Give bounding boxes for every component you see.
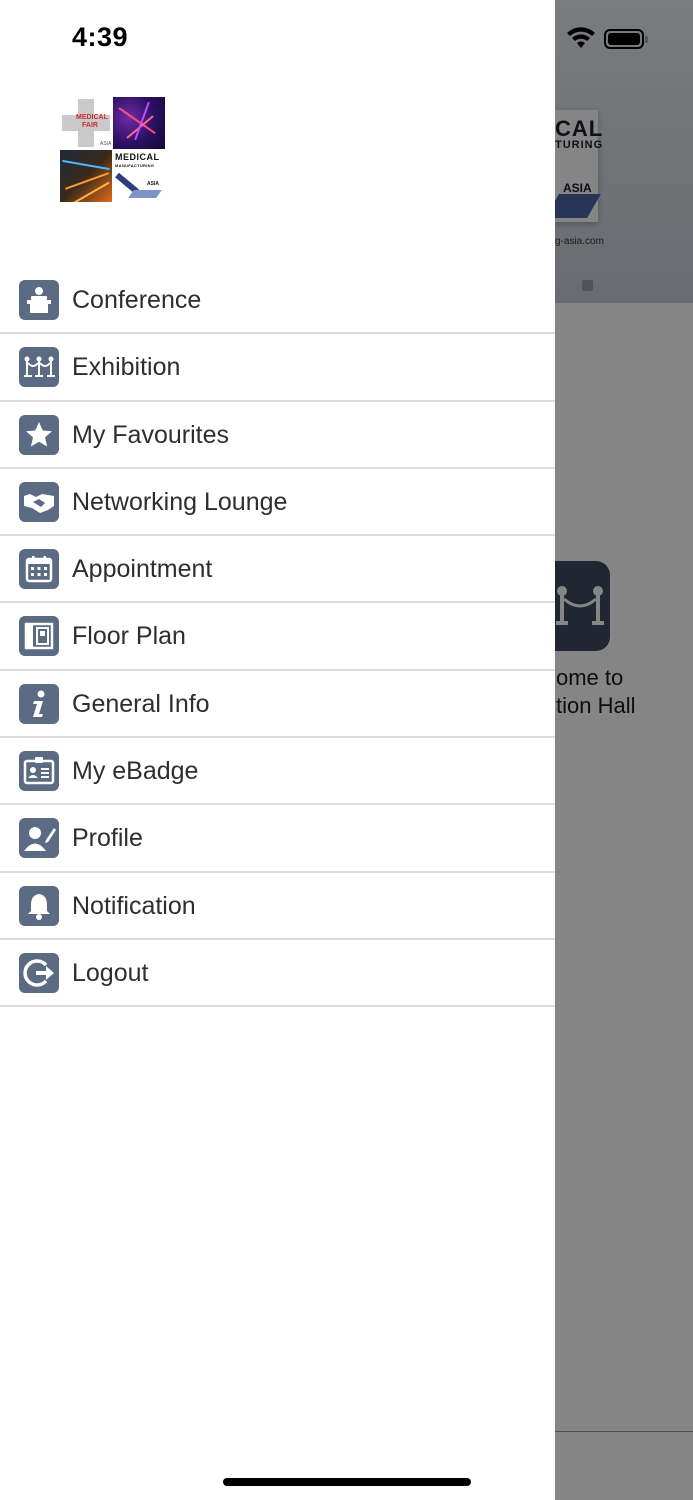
menu-item-general-info[interactable]: General Info	[0, 671, 555, 739]
status-time: 4:39	[72, 22, 129, 52]
fair-text: FAIR	[82, 122, 98, 129]
badge-icon	[19, 751, 59, 792]
circuit-graphic	[60, 150, 112, 202]
menu-item-exhibition[interactable]: Exhibition	[0, 334, 555, 402]
menu-label: General Info	[72, 689, 210, 718]
menu-item-conference[interactable]: Conference	[0, 267, 555, 335]
side-drawer: 4:39 MEDICAL FAIR ASIA MEDICAL MANUFACTU…	[0, 0, 555, 1500]
star-icon	[19, 414, 59, 455]
floor-plan-icon	[19, 616, 59, 657]
home-indicator	[223, 1478, 471, 1486]
menu-item-appointment[interactable]: Appointment	[0, 536, 555, 604]
menu-label: Appointment	[72, 555, 213, 584]
mma-text: MEDICAL	[115, 152, 160, 162]
menu-label: My Favourites	[72, 420, 229, 449]
medical-fair-text: MEDICAL	[76, 114, 108, 121]
handshake-icon	[19, 481, 59, 522]
calendar-icon	[19, 549, 59, 590]
medical-manufacturing-logo: MEDICAL MANUFACTURING ASIA	[113, 150, 165, 202]
menu-label: Profile	[72, 824, 143, 853]
menu-label: Networking Lounge	[72, 487, 288, 516]
bell-icon	[19, 885, 59, 926]
mma-asia-text: ASIA	[147, 181, 159, 187]
menu-item-my-favourites[interactable]: My Favourites	[0, 402, 555, 469]
battery-icon	[604, 29, 648, 49]
network-graphic	[113, 97, 165, 149]
menu-item-profile[interactable]: Profile	[0, 805, 555, 873]
menu-item-notification[interactable]: Notification	[0, 873, 555, 940]
conference-icon	[19, 280, 59, 320]
menu-item-floor-plan[interactable]: Floor Plan	[0, 603, 555, 671]
exhibition-icon	[19, 347, 59, 388]
medical-fair-asia-text: ASIA	[100, 141, 112, 147]
menu-label: My eBadge	[72, 757, 199, 786]
menu-item-my-ebadge[interactable]: My eBadge	[0, 738, 555, 806]
drawer-menu: Conference Exhibition My Favourites Netw…	[0, 267, 555, 1008]
medical-fair-logo: MEDICAL FAIR ASIA	[60, 97, 112, 149]
menu-label: Floor Plan	[72, 622, 186, 651]
menu-label: Exhibition	[72, 353, 181, 382]
logout-icon	[19, 952, 59, 993]
mma-subtext: MANUFACTURING	[115, 163, 155, 168]
wifi-icon	[567, 27, 595, 48]
menu-item-networking-lounge[interactable]: Networking Lounge	[0, 469, 555, 537]
menu-item-logout[interactable]: Logout	[0, 940, 555, 1008]
event-logo: MEDICAL FAIR ASIA MEDICAL MANUFACTURING …	[60, 97, 166, 203]
menu-label: Notification	[72, 891, 196, 920]
profile-icon	[19, 818, 59, 859]
info-icon	[19, 683, 59, 724]
menu-label: Conference	[72, 286, 202, 314]
menu-label: Logout	[72, 958, 149, 987]
